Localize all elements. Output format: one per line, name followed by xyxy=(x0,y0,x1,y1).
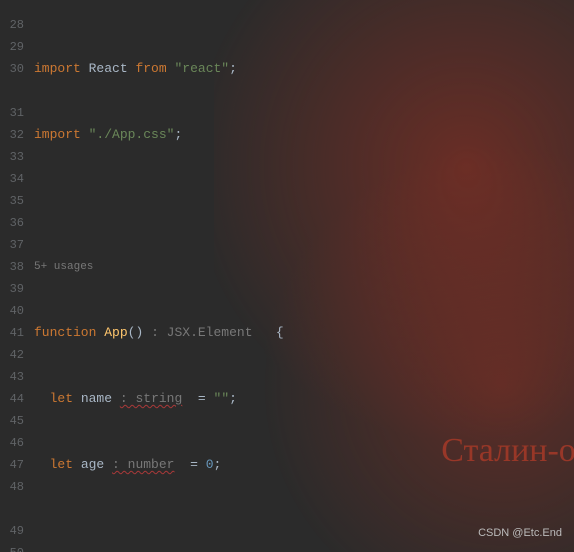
line-number: 30 xyxy=(0,58,24,80)
line-number: 41 xyxy=(0,322,24,344)
code-line[interactable]: import "./App.css"; xyxy=(34,124,574,146)
line-number: 31 xyxy=(0,102,24,124)
code-line[interactable]: let age : number = 0; xyxy=(34,454,574,476)
code-content[interactable]: import React from "react"; import "./App… xyxy=(28,0,574,552)
line-number: 50 xyxy=(0,542,24,552)
code-line[interactable] xyxy=(34,190,574,212)
line-number: 38 xyxy=(0,256,24,278)
line-number: 34 xyxy=(0,168,24,190)
line-number: 42 xyxy=(0,344,24,366)
line-number xyxy=(0,80,24,102)
line-number xyxy=(0,498,24,520)
code-line[interactable]: function App() : JSX.Element { xyxy=(34,322,574,344)
line-number: 33 xyxy=(0,146,24,168)
line-number: 28 xyxy=(0,14,24,36)
line-number: 47 xyxy=(0,454,24,476)
line-number: 48 xyxy=(0,476,24,498)
line-number: 40 xyxy=(0,300,24,322)
line-number: 46 xyxy=(0,432,24,454)
line-number: 39 xyxy=(0,278,24,300)
line-number: 49 xyxy=(0,520,24,542)
line-number: 35 xyxy=(0,190,24,212)
code-line[interactable]: let name : string = ""; xyxy=(34,388,574,410)
line-number: 29 xyxy=(0,36,24,58)
line-number: 36 xyxy=(0,212,24,234)
usage-hint[interactable]: 5+ usages xyxy=(34,256,574,278)
line-number: 43 xyxy=(0,366,24,388)
code-editor[interactable]: Сталин-он 28 29 30 31 32 33 34 35 36 37 … xyxy=(0,0,574,552)
line-number: 37 xyxy=(0,234,24,256)
line-number: 45 xyxy=(0,410,24,432)
line-number: 32 xyxy=(0,124,24,146)
csdn-watermark: CSDN @Etc.End xyxy=(478,522,562,544)
code-line[interactable]: import React from "react"; xyxy=(34,58,574,80)
line-number: 44 xyxy=(0,388,24,410)
line-number-gutter: 28 29 30 31 32 33 34 35 36 37 38 39 40 4… xyxy=(0,0,28,552)
